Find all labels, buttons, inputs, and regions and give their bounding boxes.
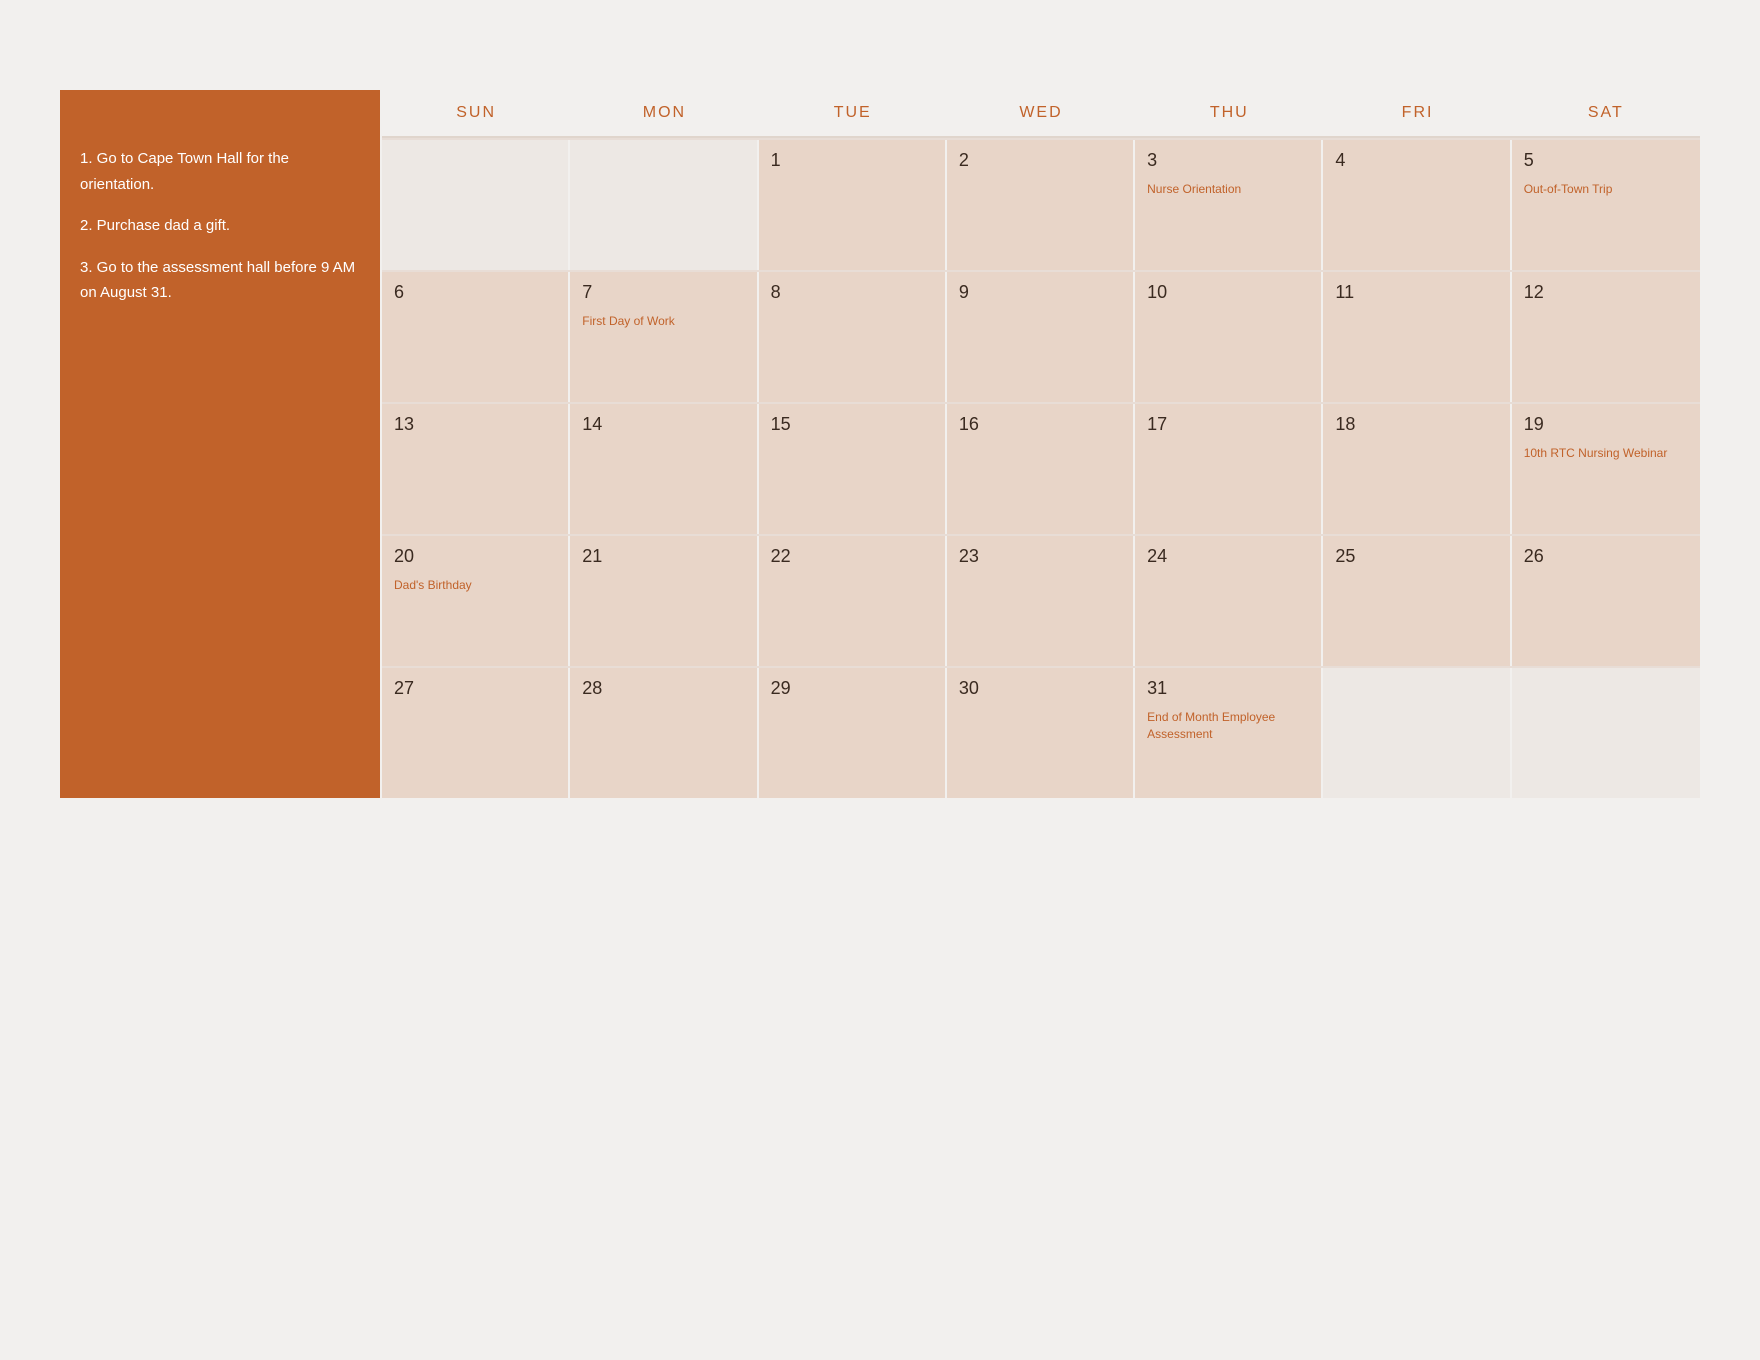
- day-cell: 9: [947, 272, 1135, 402]
- day-cell: 3 Nurse Orientation: [1135, 140, 1323, 270]
- day-cell: 12: [1512, 272, 1700, 402]
- day-cell: 22: [759, 536, 947, 666]
- day-number: 28: [582, 678, 744, 699]
- day-cell: [1323, 668, 1511, 798]
- day-number: 21: [582, 546, 744, 567]
- day-headers-row: SUNMONTUEWEDTHUFRISAT: [382, 90, 1700, 138]
- day-number: 25: [1335, 546, 1497, 567]
- day-cell: 21: [570, 536, 758, 666]
- day-number: 31: [1147, 678, 1309, 699]
- event-text: Out-of-Town Trip: [1524, 181, 1688, 198]
- day-number: 13: [394, 414, 556, 435]
- day-number: 9: [959, 282, 1121, 303]
- day-cell: 19 10th RTC Nursing Webinar: [1512, 404, 1700, 534]
- day-cell: 24: [1135, 536, 1323, 666]
- day-header: FRI: [1323, 90, 1511, 136]
- event-text: Nurse Orientation: [1147, 181, 1309, 198]
- day-number: 16: [959, 414, 1121, 435]
- day-number: 19: [1524, 414, 1688, 435]
- day-cell: 25: [1323, 536, 1511, 666]
- day-cell: 30: [947, 668, 1135, 798]
- day-cell: 8: [759, 272, 947, 402]
- week-row: 13 14 15 16 17 18 19 10th RTC Nursing Webinar: [382, 402, 1700, 534]
- page-header: [60, 40, 1700, 50]
- day-header: MON: [570, 90, 758, 136]
- day-cell: [1512, 668, 1700, 798]
- day-cell: 14: [570, 404, 758, 534]
- event-text: 10th RTC Nursing Webinar: [1524, 445, 1688, 462]
- day-cell: 18: [1323, 404, 1511, 534]
- day-cell: 20 Dad's Birthday: [382, 536, 570, 666]
- week-row: 20 Dad's Birthday 21 22 23 24 25 26: [382, 534, 1700, 666]
- day-header: THU: [1135, 90, 1323, 136]
- day-cell: 17: [1135, 404, 1323, 534]
- day-number: 20: [394, 546, 556, 567]
- note-item: 2. Purchase dad a gift.: [80, 213, 360, 239]
- day-number: 5: [1524, 150, 1688, 171]
- day-cell: 13: [382, 404, 570, 534]
- note-item: 3. Go to the assessment hall before 9 AM…: [80, 255, 360, 306]
- day-header: TUE: [759, 90, 947, 136]
- day-cell: [570, 140, 758, 270]
- day-number: 26: [1524, 546, 1688, 567]
- event-text: Dad's Birthday: [394, 577, 556, 594]
- day-cell: 4: [1323, 140, 1511, 270]
- day-cell: 1: [759, 140, 947, 270]
- day-number: 23: [959, 546, 1121, 567]
- weeks-grid: 123Nurse Orientation45Out-of-Town Trip67…: [382, 138, 1700, 798]
- day-number: 10: [1147, 282, 1309, 303]
- day-number: 14: [582, 414, 744, 435]
- day-cell: 7 First Day of Work: [570, 272, 758, 402]
- day-cell: 11: [1323, 272, 1511, 402]
- day-cell: [382, 140, 570, 270]
- day-number: 12: [1524, 282, 1688, 303]
- calendar-wrapper: 1. Go to Cape Town Hall for the orientat…: [60, 90, 1700, 798]
- day-number: 1: [771, 150, 933, 171]
- day-header: WED: [947, 90, 1135, 136]
- day-cell: 6: [382, 272, 570, 402]
- day-number: 6: [394, 282, 556, 303]
- week-row: 1 2 3 Nurse Orientation 4 5 Out-of-Town Trip: [382, 138, 1700, 270]
- day-cell: 31 End of Month Employee Assessment: [1135, 668, 1323, 798]
- day-cell: 23: [947, 536, 1135, 666]
- day-cell: 26: [1512, 536, 1700, 666]
- week-row: 27 28 29 30 31 End of Month Employee Assessme…: [382, 666, 1700, 798]
- day-cell: 5 Out-of-Town Trip: [1512, 140, 1700, 270]
- calendar-grid: SUNMONTUEWEDTHUFRISAT 123Nurse Orientati…: [380, 90, 1700, 798]
- day-cell: 28: [570, 668, 758, 798]
- day-cell: 16: [947, 404, 1135, 534]
- day-number: 2: [959, 150, 1121, 171]
- day-cell: 10: [1135, 272, 1323, 402]
- day-cell: 15: [759, 404, 947, 534]
- event-text: End of Month Employee Assessment: [1147, 709, 1309, 743]
- note-item: 1. Go to Cape Town Hall for the orientat…: [80, 146, 360, 197]
- day-number: 4: [1335, 150, 1497, 171]
- day-number: 15: [771, 414, 933, 435]
- event-text: First Day of Work: [582, 313, 744, 330]
- notes-header: [60, 90, 380, 122]
- day-header: SUN: [382, 90, 570, 136]
- day-number: 30: [959, 678, 1121, 699]
- week-row: 6 7 First Day of Work 8 9 10 11 12: [382, 270, 1700, 402]
- day-number: 29: [771, 678, 933, 699]
- day-cell: 2: [947, 140, 1135, 270]
- day-number: 3: [1147, 150, 1309, 171]
- notes-body: 1. Go to Cape Town Hall for the orientat…: [60, 122, 380, 798]
- day-number: 11: [1335, 282, 1497, 303]
- day-cell: 27: [382, 668, 570, 798]
- day-number: 18: [1335, 414, 1497, 435]
- day-cell: 29: [759, 668, 947, 798]
- day-number: 22: [771, 546, 933, 567]
- day-header: SAT: [1512, 90, 1700, 136]
- day-number: 8: [771, 282, 933, 303]
- notes-panel: 1. Go to Cape Town Hall for the orientat…: [60, 90, 380, 798]
- day-number: 27: [394, 678, 556, 699]
- day-number: 7: [582, 282, 744, 303]
- day-number: 17: [1147, 414, 1309, 435]
- day-number: 24: [1147, 546, 1309, 567]
